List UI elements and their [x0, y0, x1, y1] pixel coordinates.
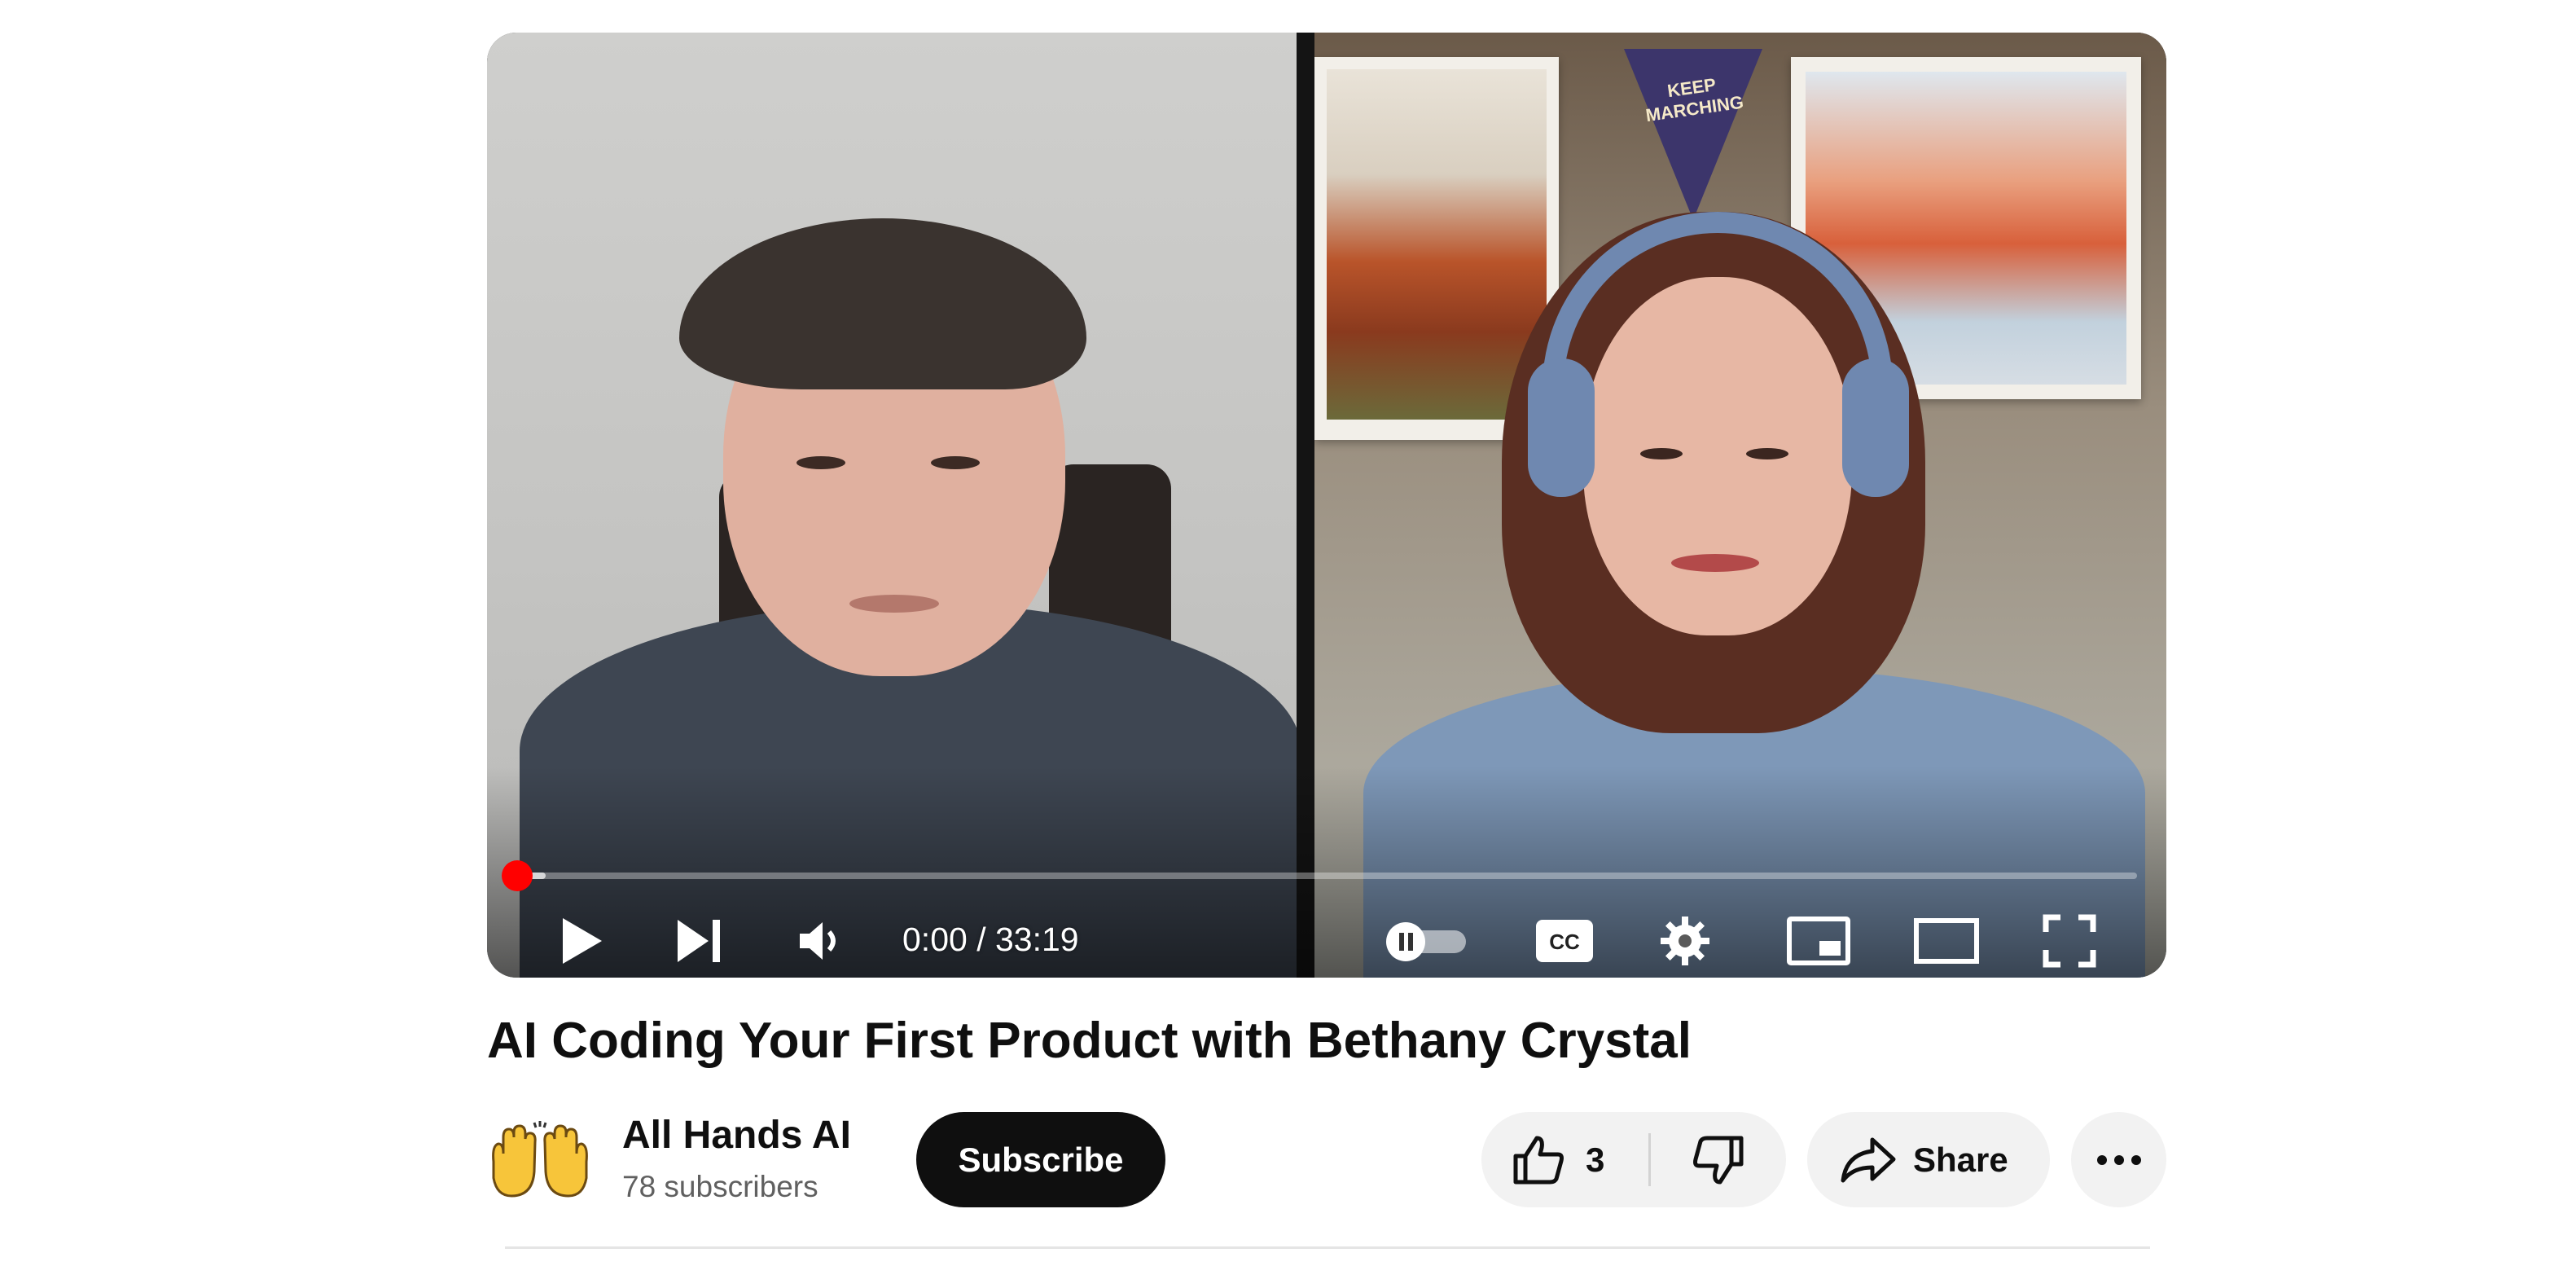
scrubber-handle[interactable]	[502, 860, 533, 891]
person-left-hair	[679, 218, 1086, 389]
more-horizontal-icon	[2096, 1154, 2141, 1165]
person-right-eye	[1640, 448, 1683, 459]
volume-button[interactable]	[795, 915, 847, 967]
settings-button[interactable]	[1658, 914, 1712, 968]
captions-button[interactable]: CC	[1532, 914, 1597, 968]
like-count: 3	[1586, 1141, 1605, 1179]
channel-name[interactable]: All Hands AI	[622, 1111, 851, 1160]
progress-bar[interactable]	[516, 873, 2137, 879]
miniplayer-button[interactable]	[1786, 914, 1851, 968]
svg-text:CC: CC	[1549, 930, 1580, 954]
like-button[interactable]: 3	[1481, 1112, 1648, 1207]
dislike-button[interactable]	[1651, 1112, 1786, 1207]
headphones-cup	[1842, 358, 1909, 497]
person-right-mouth	[1671, 554, 1759, 572]
subscribe-button[interactable]: Subscribe	[916, 1112, 1165, 1207]
subscriber-count: 78 subscribers	[622, 1170, 818, 1203]
video-title: AI Coding Your First Product with Bethan…	[487, 1013, 1692, 1069]
theater-icon	[1914, 918, 1979, 964]
section-divider	[505, 1246, 2150, 1249]
autoplay-toggle[interactable]	[1383, 919, 1472, 965]
raised-hands-icon	[492, 1121, 588, 1198]
share-arrow-icon	[1841, 1137, 1896, 1183]
person-right-eye	[1746, 448, 1788, 459]
share-button[interactable]: Share	[1807, 1112, 2050, 1207]
person-left-eye	[796, 456, 845, 469]
gear-icon	[1661, 917, 1709, 965]
play-icon	[563, 918, 602, 964]
share-label: Share	[1913, 1141, 2008, 1179]
theater-mode-button[interactable]	[1912, 914, 1981, 968]
time-display: 0:00 / 33:19	[902, 921, 1079, 958]
miniplayer-icon	[1787, 917, 1850, 965]
person-left-eye	[931, 456, 980, 469]
person-left-mouth	[849, 595, 939, 613]
cc-icon: CC	[1536, 920, 1593, 962]
more-actions-button[interactable]	[2071, 1112, 2166, 1207]
thumbs-up-icon	[1513, 1136, 1564, 1185]
channel-avatar[interactable]	[487, 1121, 593, 1199]
video-player[interactable]: KEEP MARCHING 0:00 / 33:19 CC	[487, 33, 2166, 978]
fullscreen-button[interactable]	[2041, 912, 2098, 969]
fullscreen-icon	[2043, 914, 2096, 968]
autoplay-toggle-icon	[1386, 922, 1466, 961]
next-button[interactable]	[670, 912, 727, 969]
like-dislike-group: 3	[1481, 1112, 1786, 1207]
next-icon	[678, 920, 720, 962]
volume-icon	[800, 922, 836, 960]
headphones-cup	[1528, 358, 1595, 497]
play-button[interactable]	[552, 912, 609, 969]
thumbs-down-icon	[1693, 1136, 1744, 1184]
